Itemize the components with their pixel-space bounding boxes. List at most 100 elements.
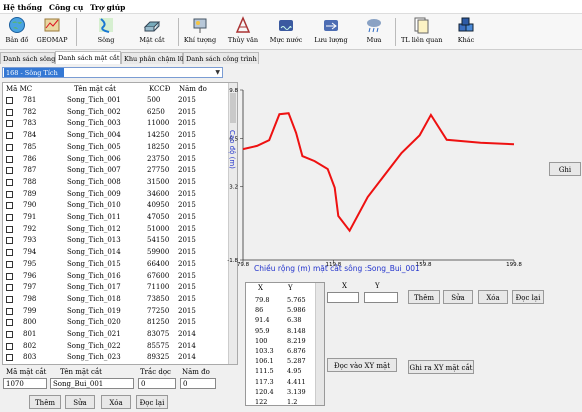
row-checkbox[interactable]: [6, 272, 13, 280]
column-header: Mã MC: [6, 85, 33, 93]
table-row[interactable]: 794 Song_Tich_014 59900 2015: [3, 247, 231, 259]
row-checkbox[interactable]: [6, 319, 13, 327]
row-checkbox[interactable]: [6, 97, 13, 104]
table-row[interactable]: 804Song_Tich_024938752014: [3, 364, 231, 365]
x-input[interactable]: [327, 292, 359, 303]
tab-cross-section-list[interactable]: Danh sách mặt cắt: [55, 51, 121, 64]
table-row[interactable]: 802 Song_Tich_022 85575 2014: [3, 341, 231, 353]
row-checkbox[interactable]: [6, 214, 13, 221]
row-checkbox[interactable]: [6, 167, 13, 175]
river-button[interactable]: Sông: [93, 16, 119, 48]
row-checkbox[interactable]: [6, 249, 13, 257]
table-row[interactable]: 789 Song_Tich_009 34600 2015: [3, 189, 231, 201]
menu-tro-giup[interactable]: Trợ giúp: [90, 3, 125, 12]
y-cell: 1.2: [287, 398, 298, 406]
table-row[interactable]: 791 Song_Tich_011 47050 2015: [3, 212, 231, 224]
row-checkbox[interactable]: [6, 178, 13, 186]
menu-bar: Hệ thống Công cụ Trợ giúp: [0, 0, 582, 14]
river-select[interactable]: 168 - Sông Tích ▼: [2, 67, 223, 78]
table-row[interactable]: 790 Song_Tich_010 40950 2015: [3, 200, 231, 212]
row-checkbox[interactable]: [6, 225, 13, 233]
row-checkbox[interactable]: [6, 342, 13, 350]
write-xy-button[interactable]: Ghi ra XY mặt cắt: [408, 360, 474, 374]
map-button[interactable]: Bản đồ: [3, 16, 31, 48]
profile-field[interactable]: 0: [138, 378, 176, 389]
save-button[interactable]: Ghi: [549, 162, 581, 176]
row-checkbox[interactable]: [6, 354, 13, 362]
row-checkbox[interactable]: [6, 190, 13, 198]
cross-section-button[interactable]: Mặt cắt: [137, 16, 167, 48]
table-row[interactable]: 803 Song_Tich_023 89325 2014: [3, 352, 231, 364]
river-icon: [99, 18, 113, 33]
menu-cong-cu[interactable]: Công cụ: [49, 3, 83, 12]
table-row[interactable]: 799 Song_Tich_019 77250 2015: [3, 306, 231, 318]
chevron-down-icon[interactable]: ▼: [215, 69, 220, 76]
survey-year-cell: 2015: [178, 224, 196, 233]
hydrology-button[interactable]: Thủy văn: [227, 16, 259, 48]
table-row[interactable]: 800 Song_Tich_020 81250 2015: [3, 317, 231, 329]
survey-year-cell: 2015: [178, 306, 196, 315]
meteorology-button[interactable]: Khí tượng: [183, 16, 217, 48]
xy-table: X Y 79.8 5.765 86 5.986 91.4 6.38 95.9 8.148 100…: [245, 282, 325, 406]
survey-year-cell: 2015: [178, 107, 196, 116]
tab-flood-zone[interactable]: Khu phân chậm lũ: [121, 52, 184, 64]
kccd-cell: 40950: [147, 201, 170, 210]
row-checkbox[interactable]: [6, 120, 13, 128]
table-row[interactable]: 788 Song_Tich_008 31500 2015: [3, 177, 231, 189]
read-xy-button[interactable]: Đọc vào XY mặt: [327, 358, 397, 372]
tab-structure-list[interactable]: Danh sách công trình: [183, 52, 259, 64]
edit-button[interactable]: Sửa: [65, 395, 95, 409]
xy-delete-button[interactable]: Xóa: [478, 290, 508, 304]
other-button[interactable]: Khác: [453, 16, 479, 48]
section-name-cell: Song_Tich_008: [67, 177, 121, 186]
x-tick-label: 199.8: [506, 262, 522, 268]
survey-year-field[interactable]: 0: [180, 378, 216, 389]
section-name-cell: Song_Tich_019: [67, 306, 121, 315]
row-checkbox[interactable]: [6, 143, 13, 151]
table-row[interactable]: 787 Song_Tich_007 27750 2015: [3, 165, 231, 177]
row-checkbox[interactable]: [6, 260, 13, 268]
table-row[interactable]: 783 Song_Tich_003 11000 2015: [3, 118, 231, 130]
table-row[interactable]: 784 Song_Tich_004 14250 2015: [3, 130, 231, 142]
table-row[interactable]: 782 Song_Tich_002 6250 2015: [3, 107, 231, 119]
table-row[interactable]: 793 Song_Tich_013 54150 2015: [3, 235, 231, 247]
section-id-field[interactable]: 1070: [3, 378, 47, 389]
row-checkbox[interactable]: [6, 284, 13, 292]
table-row[interactable]: 801 Song_Tich_021 83075 2014: [3, 329, 231, 341]
row-checkbox[interactable]: [6, 155, 13, 163]
rain-button[interactable]: Mưa: [361, 16, 387, 48]
row-checkbox[interactable]: [6, 202, 13, 210]
table-row[interactable]: 786 Song_Tich_006 23750 2015: [3, 154, 231, 166]
table-row[interactable]: 795 Song_Tich_015 66400 2015: [3, 259, 231, 271]
tab-river-list[interactable]: Danh sách sông: [0, 52, 55, 64]
table-row[interactable]: 797 Song_Tich_017 71100 2015: [3, 282, 231, 294]
reload-button[interactable]: Đọc lại: [136, 395, 168, 409]
row-checkbox[interactable]: [6, 307, 13, 315]
xy-row[interactable]: 122 1.2: [246, 398, 316, 406]
table-row[interactable]: 798 Song_Tich_018 73850 2015: [3, 294, 231, 306]
survey-year-cell: 2015: [178, 142, 196, 151]
geomap-button[interactable]: GEOMAP: [35, 16, 69, 48]
table-row[interactable]: 781 Song_Tich_001 500 2015: [3, 95, 231, 107]
related-docs-button[interactable]: TL liên quan: [401, 16, 442, 48]
table-row[interactable]: 796 Song_Tich_016 67600 2015: [3, 271, 231, 283]
table-row[interactable]: 792 Song_Tich_012 51000 2015: [3, 224, 231, 236]
table-row[interactable]: 785 Song_Tich_005 18250 2015: [3, 142, 231, 154]
delete-button[interactable]: Xóa: [101, 395, 131, 409]
water-level-button[interactable]: Mực nước: [268, 16, 304, 48]
row-checkbox[interactable]: [6, 331, 13, 338]
section-name-field[interactable]: Song_Bui_001: [50, 378, 134, 389]
row-checkbox[interactable]: [6, 237, 13, 245]
row-checkbox[interactable]: [6, 132, 13, 140]
row-checkbox[interactable]: [6, 295, 13, 303]
row-checkbox[interactable]: [6, 108, 13, 116]
section-id-cell: 790: [23, 201, 37, 210]
discharge-button[interactable]: Lưu lượng: [312, 16, 350, 48]
add-button[interactable]: Thêm: [29, 395, 61, 409]
y-input[interactable]: [364, 292, 398, 303]
menu-he-thong[interactable]: Hệ thống: [3, 3, 42, 12]
xy-table-scrollbar[interactable]: [315, 283, 324, 405]
xy-edit-button[interactable]: Sửa: [443, 290, 473, 304]
xy-reload-button[interactable]: Đọc lại: [512, 290, 544, 304]
xy-add-button[interactable]: Thêm: [408, 290, 440, 304]
